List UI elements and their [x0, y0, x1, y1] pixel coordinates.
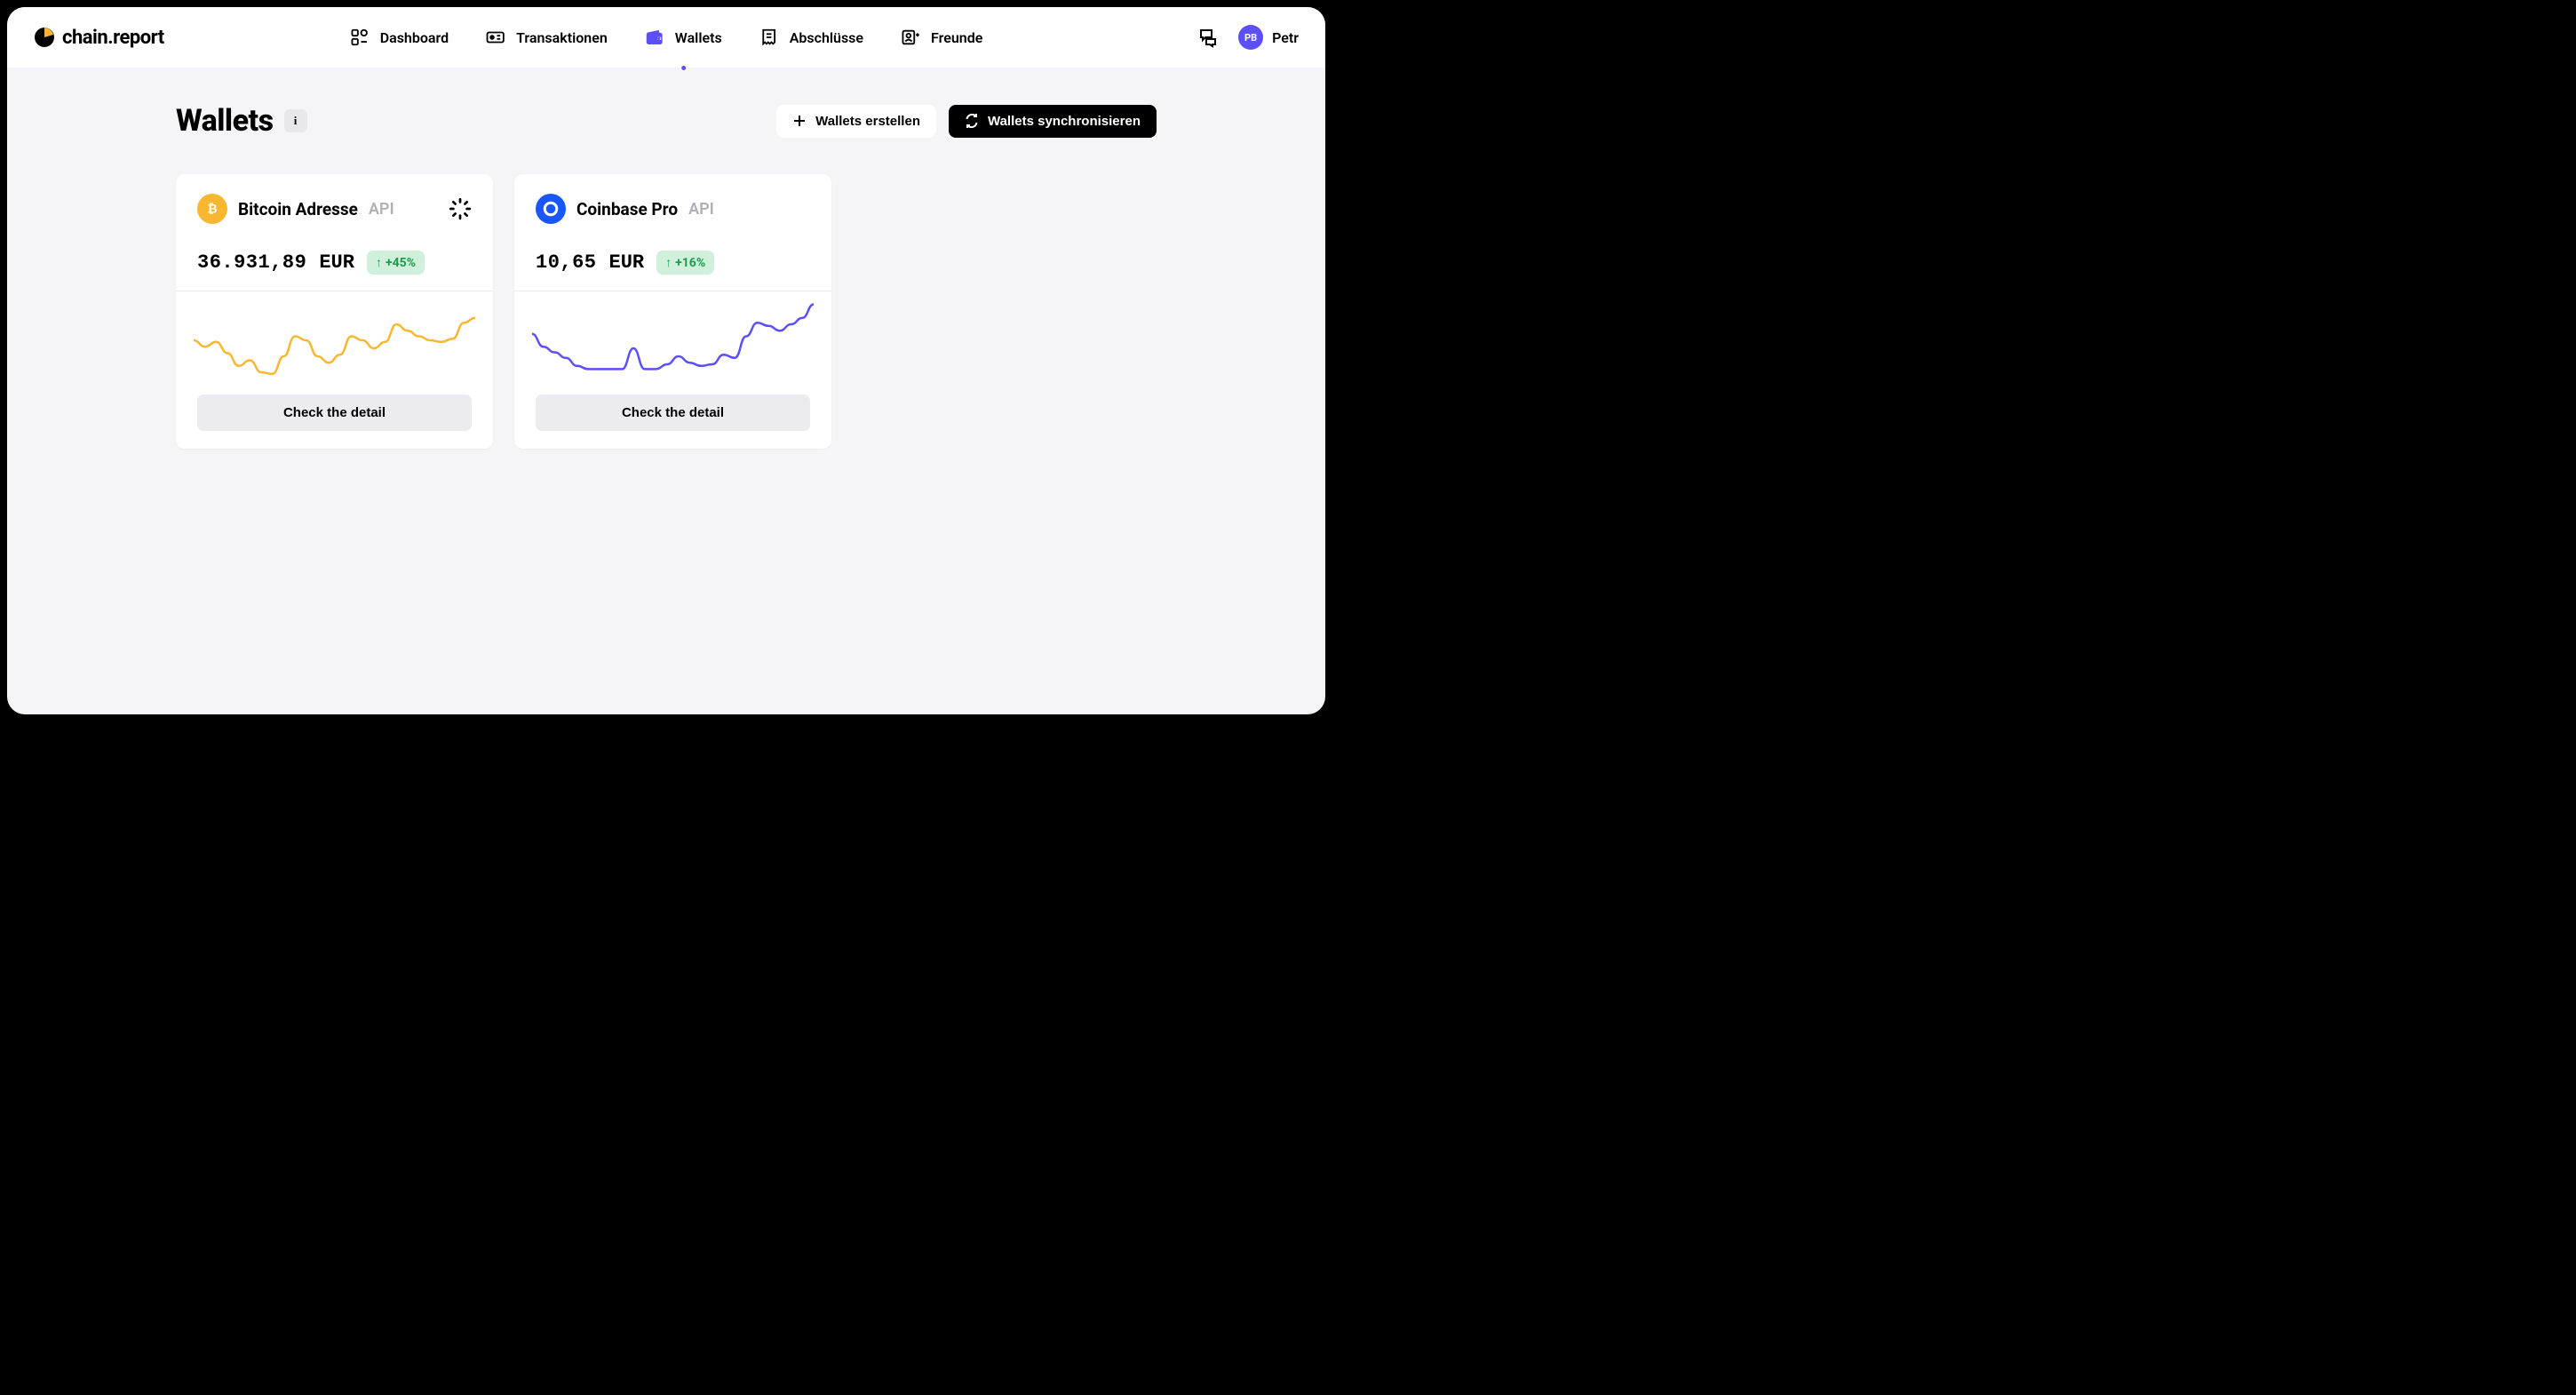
nav-dashboard[interactable]: Dashboard [350, 7, 449, 68]
wallet-card-coinbase-pro[interactable]: Coinbase Pro API 10,65 EUR ↑ +16% Check [514, 174, 831, 449]
info-label: i [294, 114, 298, 128]
arrow-up-icon: ↑ [665, 255, 672, 270]
sync-icon [965, 114, 979, 128]
create-wallet-label: Wallets erstellen [815, 114, 920, 129]
svg-text:₿: ₿ [207, 203, 217, 216]
chat-icon[interactable] [1197, 27, 1219, 48]
avatar-initials: PB [1244, 32, 1257, 44]
wallet-sparkline [532, 300, 814, 380]
nav-dashboard-label: Dashboard [380, 29, 449, 46]
user-menu[interactable]: PB Petr [1238, 25, 1299, 50]
brand-name: chain.report [62, 27, 164, 49]
nav-closings[interactable]: Abschlüsse [759, 7, 863, 68]
user-area: PB Petr [1197, 25, 1299, 50]
change-badge: ↑ +45% [367, 251, 425, 275]
topbar: chain.report Dashboard Transaktionen Wal… [7, 7, 1325, 68]
create-wallet-button[interactable]: Wallets erstellen [776, 105, 936, 138]
wallet-tag: API [369, 200, 394, 219]
bitcoin-icon: ₿ [197, 194, 227, 224]
nav-closings-label: Abschlüsse [790, 29, 863, 46]
page-title: Wallets [176, 103, 274, 139]
brand-logo-icon [34, 27, 55, 48]
active-indicator [681, 66, 686, 70]
nav-transactions-label: Transaktionen [516, 29, 608, 46]
loading-spinner-icon [449, 197, 472, 220]
nav-transactions[interactable]: Transaktionen [486, 7, 608, 68]
avatar: PB [1238, 25, 1263, 50]
nav-friends[interactable]: Freunde [901, 7, 982, 68]
info-button[interactable]: i [284, 109, 307, 132]
friends-icon [901, 28, 920, 47]
user-name: Petr [1272, 29, 1299, 46]
check-detail-button[interactable]: Check the detail [536, 395, 810, 431]
plus-icon [792, 114, 807, 128]
page-header: Wallets i Wallets erstellen Wallets sync… [176, 103, 1157, 139]
detail-label: Check the detail [622, 405, 724, 420]
dashboard-icon [350, 28, 370, 47]
wallet-tag: API [688, 200, 714, 219]
wallet-name: Coinbase Pro [576, 199, 678, 219]
change-value: +16% [675, 256, 705, 270]
check-detail-button[interactable]: Check the detail [197, 395, 472, 431]
change-badge: ↑ +16% [656, 251, 714, 275]
nav-wallets[interactable]: Wallets [645, 7, 722, 68]
wallet-currency: EUR [319, 251, 354, 274]
wallet-icon [645, 28, 664, 47]
wallets-grid: ₿ Bitcoin Adresse API 36.931,89 [176, 174, 1157, 449]
sync-wallets-button[interactable]: Wallets synchronisieren [949, 105, 1157, 138]
detail-label: Check the detail [283, 405, 386, 420]
transactions-icon [486, 28, 505, 47]
wallet-sparkline [194, 300, 475, 380]
wallet-currency: EUR [609, 251, 645, 274]
page-content: Wallets i Wallets erstellen Wallets sync… [7, 68, 1325, 484]
arrow-up-icon: ↑ [376, 255, 382, 270]
coinbase-icon [536, 194, 566, 224]
nav-friends-label: Freunde [931, 29, 982, 46]
wallet-name: Bitcoin Adresse [238, 199, 358, 219]
nav-wallets-label: Wallets [675, 29, 722, 46]
change-value: +45% [386, 256, 416, 270]
main-nav: Dashboard Transaktionen Wallets Abschl [350, 7, 983, 68]
closings-icon [759, 28, 779, 47]
wallet-amount: 10,65 [536, 251, 597, 274]
sync-wallets-label: Wallets synchronisieren [988, 114, 1141, 129]
brand-logo[interactable]: chain.report [34, 27, 164, 49]
wallet-amount: 36.931,89 [197, 251, 306, 274]
wallet-card-bitcoin[interactable]: ₿ Bitcoin Adresse API 36.931,89 [176, 174, 493, 449]
